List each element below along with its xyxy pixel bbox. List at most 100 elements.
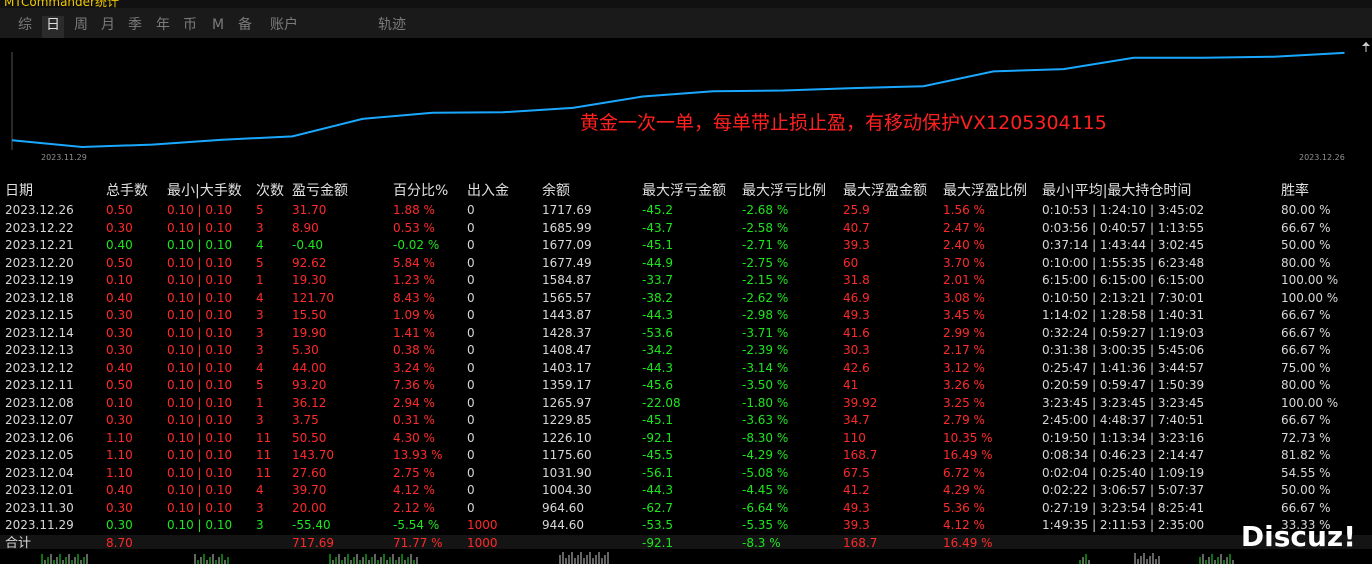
cell-total-lots: 0.40 bbox=[106, 238, 133, 252]
cell-trade-count: 3 bbox=[256, 343, 264, 357]
tab-overview[interactable]: 综 bbox=[18, 16, 32, 38]
cell-max-float-profit: 49.3 bbox=[843, 308, 870, 322]
cell-balance: 1359.17 bbox=[542, 378, 592, 392]
table-row[interactable]: 2023.12.14 0.30 0.10 | 0.10 3 19.90 1.41 % 0 14… bbox=[0, 325, 1372, 343]
cell-max-float-profit-pct: 4.12 % bbox=[943, 518, 985, 532]
cell-min-max-lots: 0.10 | 0.10 bbox=[167, 273, 233, 287]
cell-min-max-lots: 0.10 | 0.10 bbox=[167, 465, 233, 480]
cell-win-rate: 50.00 % bbox=[1281, 483, 1331, 497]
cell-hold-time: 0:27:19 | 3:23:54 | 8:25:41 bbox=[1042, 500, 1205, 515]
cell-total-lots: 0.50 bbox=[106, 378, 133, 392]
table-row[interactable]: 2023.12.08 0.10 0.10 | 0.10 1 36.12 2.94 % 0 12… bbox=[0, 395, 1372, 413]
cell-win-rate: 54.55 % bbox=[1281, 465, 1331, 480]
cell-max-float-loss: -62.7 bbox=[642, 500, 674, 515]
table-row[interactable]: 2023.12.04 1.10 0.10 | 0.10 11 27.60 2.75 % 0 1… bbox=[0, 465, 1372, 483]
cell-trade-count: 1 bbox=[256, 273, 264, 287]
cell-win-rate: 66.67 % bbox=[1281, 500, 1331, 515]
cell-total-lots: 0.30 bbox=[106, 518, 133, 532]
header-max-float-profit-pct[interactable]: 最大浮盈比例 bbox=[943, 180, 1027, 200]
cell-max-float-loss: -45.1 bbox=[642, 238, 674, 252]
table-row[interactable]: 2023.12.01 0.40 0.10 | 0.10 4 39.70 4.12 % 0 10… bbox=[0, 482, 1372, 500]
cell-profit-loss: 19.90 bbox=[292, 325, 327, 340]
cell-date: 2023.11.29 bbox=[5, 518, 74, 532]
table-row[interactable]: 2023.12.18 0.40 0.10 | 0.10 4 121.70 8.43 % 0 1… bbox=[0, 290, 1372, 308]
tab-magic[interactable]: M bbox=[212, 16, 224, 38]
cell-deposit-withdrawal: 0 bbox=[467, 448, 475, 462]
cell-hold-time: 0:32:24 | 0:59:27 | 1:19:03 bbox=[1042, 325, 1205, 340]
table-row[interactable]: 2023.12.19 0.10 0.10 | 0.10 1 19.30 1.23 % 0 15… bbox=[0, 272, 1372, 290]
cell-max-float-loss-pct: -2.58 % bbox=[742, 220, 789, 235]
cell-min-max-lots: 0.10 | 0.10 bbox=[167, 378, 233, 392]
cell-max-float-profit-pct: 2.47 % bbox=[943, 220, 985, 235]
table-row[interactable]: 2023.11.29 0.30 0.10 | 0.10 3 -55.40 -5.54 % 1… bbox=[0, 517, 1372, 535]
table-row[interactable]: 2023.11.30 0.30 0.10 | 0.10 3 20.00 2.12 % 0 96… bbox=[0, 500, 1372, 518]
tab-weekly[interactable]: 周 bbox=[74, 16, 88, 38]
cell-max-float-profit-pct: 2.40 % bbox=[943, 238, 985, 252]
header-max-float-loss-pct[interactable]: 最大浮亏比例 bbox=[742, 180, 826, 200]
tab-notes[interactable]: 备 bbox=[238, 16, 252, 38]
table-row[interactable]: 2023.12.05 1.10 0.10 | 0.10 11 143.70 13.93 %… bbox=[0, 447, 1372, 465]
cell-max-float-loss: -53.6 bbox=[642, 325, 674, 340]
cell-max-float-profit-pct: 2.79 % bbox=[943, 413, 985, 427]
header-win-rate[interactable]: 胜率 bbox=[1281, 180, 1309, 200]
balance-point bbox=[291, 135, 294, 138]
balance-point bbox=[1132, 57, 1135, 59]
cell-profit-loss: 20.00 bbox=[292, 500, 327, 515]
header-min-max-lots[interactable]: 最小|大手数 bbox=[167, 180, 242, 200]
cell-max-float-loss-pct: -3.14 % bbox=[742, 360, 789, 375]
cell-total-lots: 0.40 bbox=[106, 360, 133, 375]
cell-date: 2023.12.04 bbox=[5, 465, 74, 480]
cell-profit-loss: -55.40 bbox=[292, 518, 331, 532]
cell-win-rate: 100.00 % bbox=[1281, 273, 1339, 287]
cell-win-rate: 50.00 % bbox=[1281, 238, 1331, 252]
table-row[interactable]: 2023.12.07 0.30 0.10 | 0.10 3 3.75 0.31 % 0 122… bbox=[0, 412, 1372, 430]
table-row[interactable]: 2023.12.22 0.30 0.10 | 0.10 3 8.90 0.53 % 0 168… bbox=[0, 220, 1372, 238]
cell-deposit-withdrawal: 0 bbox=[467, 378, 475, 392]
table-row[interactable]: 2023.12.26 0.50 0.10 | 0.10 5 31.70 1.88 % 0 17… bbox=[0, 202, 1372, 220]
tab-monthly[interactable]: 月 bbox=[101, 16, 115, 38]
tab-quarterly[interactable]: 季 bbox=[128, 16, 142, 38]
table-row[interactable]: 2023.12.21 0.40 0.10 | 0.10 4 -0.40 -0.02 % 0 1… bbox=[0, 237, 1372, 255]
scroll-up-icon[interactable] bbox=[1362, 42, 1370, 46]
header-trade-count[interactable]: 次数 bbox=[256, 180, 284, 200]
cell-max-float-loss: -45.2 bbox=[642, 203, 674, 217]
header-max-float-loss[interactable]: 最大浮亏金额 bbox=[642, 180, 726, 200]
header-hold-time[interactable]: 最小|平均|最大持仓时间 bbox=[1042, 180, 1191, 200]
header-max-float-profit[interactable]: 最大浮盈金额 bbox=[843, 180, 927, 200]
balance-chart: 黄金一次一单，每单带止损止盈，有移动保护VX1205304115 2023.11… bbox=[0, 38, 1372, 166]
cell-percent: 2.12 % bbox=[393, 500, 435, 515]
cell-max-float-loss-pct: -2.68 % bbox=[742, 203, 789, 217]
table-row[interactable]: 2023.12.20 0.50 0.10 | 0.10 5 92.62 5.84 % 0 16… bbox=[0, 255, 1372, 273]
header-percent[interactable]: 百分比% bbox=[393, 180, 448, 200]
cell-percent: 2.75 % bbox=[393, 465, 435, 480]
header-balance[interactable]: 余额 bbox=[542, 180, 570, 200]
cell-max-float-loss-pct: -2.62 % bbox=[742, 290, 789, 305]
tab-account[interactable]: 账户 bbox=[270, 16, 298, 38]
cell-max-float-profit: 25.9 bbox=[843, 203, 870, 217]
header-total-lots[interactable]: 总手数 bbox=[106, 180, 148, 200]
cell-max-float-profit-pct: 3.08 % bbox=[943, 290, 985, 305]
cell-max-float-profit: 31.8 bbox=[843, 273, 870, 287]
header-date[interactable]: 日期 bbox=[5, 180, 33, 200]
cell-balance: 1175.60 bbox=[542, 448, 592, 462]
cell-max-float-loss: -45.1 bbox=[642, 413, 674, 427]
cell-deposit-withdrawal: 0 bbox=[467, 220, 475, 235]
tab-daily[interactable]: 日 bbox=[42, 16, 64, 38]
table-row[interactable]: 2023.12.13 0.30 0.10 | 0.10 3 5.30 0.38 % 0 140… bbox=[0, 342, 1372, 360]
tab-track[interactable]: 轨迹 bbox=[378, 16, 406, 38]
table-row[interactable]: 2023.12.15 0.30 0.10 | 0.10 3 15.50 1.09 % 0 14… bbox=[0, 307, 1372, 325]
balance-point bbox=[361, 118, 364, 120]
tab-yearly[interactable]: 年 bbox=[156, 16, 170, 38]
table-row[interactable]: 2023.12.06 1.10 0.10 | 0.10 11 50.50 4.30 % 0 1… bbox=[0, 430, 1372, 448]
table-row[interactable]: 2023.12.12 0.40 0.10 | 0.10 4 44.00 3.24 % 0 14… bbox=[0, 360, 1372, 378]
header-profit-loss[interactable]: 盈亏金额 bbox=[292, 180, 348, 200]
cell-balance: 1229.85 bbox=[542, 413, 592, 427]
cell-total-lots: 0.30 bbox=[106, 325, 133, 340]
cell-date: 2023.12.06 bbox=[5, 430, 74, 445]
x-start-label: 2023.11.29 bbox=[41, 153, 87, 162]
cell-max-float-loss: -44.3 bbox=[642, 308, 674, 322]
header-deposit-withdrawal[interactable]: 出入金 bbox=[467, 180, 509, 200]
table-row[interactable]: 2023.12.11 0.50 0.10 | 0.10 5 93.20 7.36 % 0 13… bbox=[0, 377, 1372, 395]
tab-symbol[interactable]: 币 bbox=[183, 16, 197, 38]
cell-max-float-loss-pct: -3.63 % bbox=[742, 413, 789, 427]
